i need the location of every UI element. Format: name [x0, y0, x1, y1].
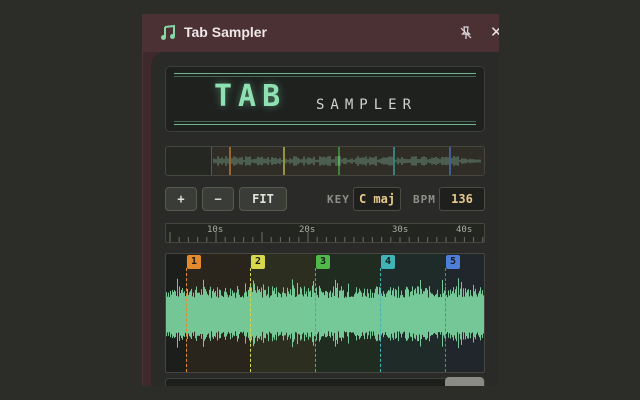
sampler-window: Tab Sampler ✕ TAB SAMPLER + − FIT KEY C … — [142, 14, 499, 386]
marker-2[interactable]: 2 — [251, 255, 265, 269]
sampler-logo: TAB SAMPLER — [165, 66, 485, 132]
waveform — [166, 278, 484, 349]
zoom-in-button[interactable]: + — [165, 187, 197, 211]
overview-waveform-path — [213, 156, 481, 166]
bpm-label: BPM — [413, 193, 436, 206]
title-bar[interactable]: Tab Sampler ✕ — [143, 14, 499, 52]
ruler-label-40s: 40s — [456, 225, 473, 235]
logo-subtitle: SAMPLER — [316, 97, 418, 113]
marker-line-1[interactable] — [186, 268, 187, 372]
waveform-overview[interactable] — [165, 146, 485, 176]
marker-1[interactable]: 1 — [187, 255, 201, 269]
key-label: KEY — [327, 193, 350, 206]
ruler-label-10s: 10s — [207, 225, 224, 235]
waveform-path — [166, 278, 484, 349]
marker-5[interactable]: 5 — [446, 255, 460, 269]
music-note-icon — [161, 25, 175, 40]
logo-line-bottom-2 — [174, 121, 476, 122]
key-field[interactable]: C maj — [353, 187, 401, 211]
waveform-editor[interactable]: 1 2 3 4 5 — [165, 253, 485, 373]
logo-line-top-2 — [174, 76, 476, 77]
logo-line-top — [174, 73, 476, 74]
marker-line-4[interactable] — [380, 268, 381, 372]
overview-waveform — [213, 147, 481, 175]
window-title: Tab Sampler — [184, 24, 267, 40]
close-icon[interactable]: ✕ — [490, 23, 499, 41]
marker-line-5[interactable] — [445, 268, 446, 372]
bpm-field[interactable]: 136 — [439, 187, 485, 211]
marker-4[interactable]: 4 — [381, 255, 395, 269]
marker-3[interactable]: 3 — [316, 255, 330, 269]
horizontal-scrollbar[interactable] — [165, 377, 485, 386]
ruler-label-30s: 30s — [392, 225, 409, 235]
marker-line-2[interactable] — [250, 268, 251, 372]
fit-button[interactable]: FIT — [239, 187, 287, 211]
marker-line-3[interactable] — [315, 268, 316, 372]
time-ruler[interactable]: 10s 20s 30s 40s — [165, 223, 485, 243]
logo-title: TAB — [214, 79, 287, 114]
zoom-out-button[interactable]: − — [202, 187, 234, 211]
scrollbar-thumb[interactable] — [445, 377, 484, 386]
sampler-body: TAB SAMPLER + − FIT KEY C maj BPM 136 10… — [151, 52, 499, 386]
logo-line-bottom — [174, 124, 476, 125]
unpin-icon[interactable] — [458, 25, 474, 41]
ruler-label-20s: 20s — [299, 225, 316, 235]
